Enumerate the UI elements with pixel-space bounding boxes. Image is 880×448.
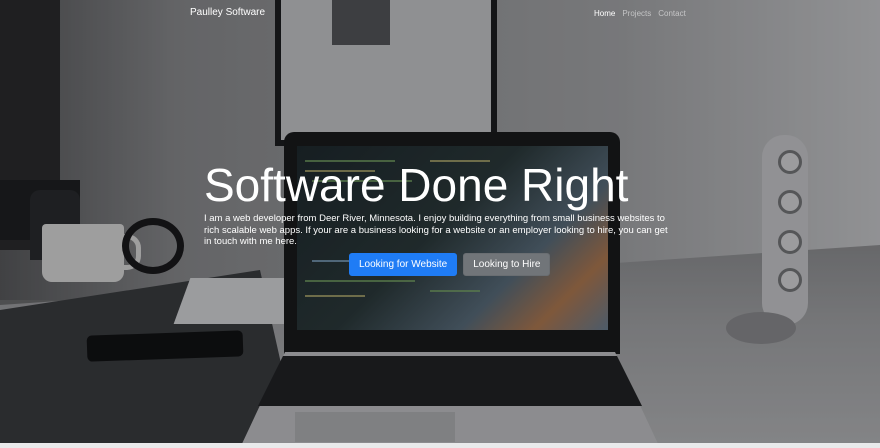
nav-link-projects[interactable]: Projects — [622, 9, 651, 18]
hero-title: Software Done Right — [204, 159, 629, 211]
nav-links: Home Projects Contact — [594, 9, 686, 18]
looking-for-website-button[interactable]: Looking for Website — [349, 253, 458, 276]
hero-description: I am a web developer from Deer River, Mi… — [204, 213, 668, 247]
nav-link-home[interactable]: Home — [594, 9, 615, 18]
hero-buttons: Looking for Website Looking to Hire — [349, 253, 551, 276]
brand-link[interactable]: Paulley Software — [190, 7, 265, 18]
page-bottom-edge — [0, 443, 880, 448]
looking-to-hire-button[interactable]: Looking to Hire — [463, 253, 551, 276]
navbar: Paulley Software Home Projects Contact — [0, 0, 880, 28]
nav-link-contact[interactable]: Contact — [658, 9, 686, 18]
